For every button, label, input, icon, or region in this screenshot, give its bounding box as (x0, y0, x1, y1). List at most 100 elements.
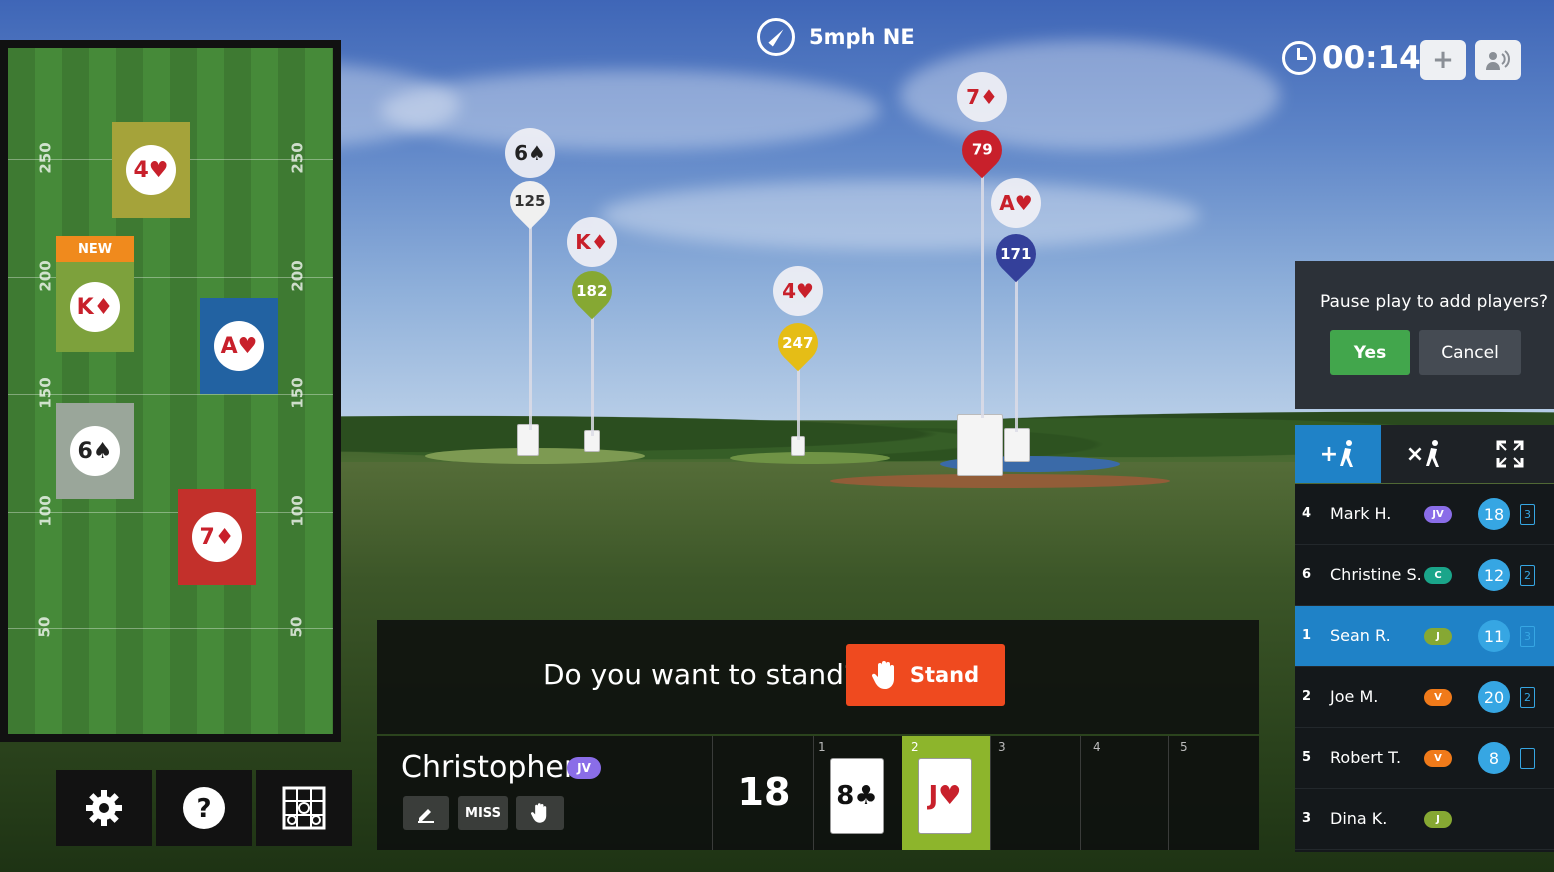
broadcast-button[interactable] (1475, 40, 1521, 80)
divider (1080, 736, 1081, 850)
divider (813, 736, 814, 850)
new-tag: NEW (56, 236, 134, 262)
roster-order: 3 (1302, 811, 1312, 826)
roster-card-count: 3 (1520, 504, 1535, 525)
roster-order: 1 (1302, 628, 1312, 643)
target-zone: 4♥ (112, 122, 190, 218)
roster-score: 20 (1478, 681, 1510, 713)
pin-pole (1015, 274, 1018, 432)
yard-line (8, 628, 333, 629)
roster-row[interactable]: 6 Christine S. C 12 2 (1295, 545, 1554, 606)
svg-text:?: ? (196, 794, 211, 824)
pin-card-bubble: A♥ (991, 178, 1041, 228)
roster-row[interactable]: 2 Joe M. V 20 2 (1295, 667, 1554, 728)
timer-value: 00:14 (1322, 40, 1421, 76)
add-golfer-icon: + (1320, 439, 1356, 469)
roster-card-count: 3 (1520, 626, 1535, 647)
yard-label: 250 (288, 142, 307, 174)
hand-card: J♥ (918, 758, 972, 834)
grid-button[interactable] (256, 770, 352, 846)
settings-button[interactable] (56, 770, 152, 846)
roster-name: Robert T. (1330, 748, 1402, 767)
compass-icon (757, 18, 795, 56)
edit-button[interactable] (403, 796, 449, 830)
roster-order: 2 (1302, 689, 1312, 704)
tab-remove-player[interactable]: × (1381, 425, 1467, 483)
broadcast-icon (1486, 50, 1510, 70)
roster-score: 12 (1478, 559, 1510, 591)
roster-row[interactable]: 1 Sean R. J 11 3 (1295, 606, 1554, 667)
add-button[interactable]: + (1420, 40, 1466, 80)
tab-fullscreen[interactable] (1467, 425, 1553, 483)
pin-distance: 182 (576, 282, 608, 300)
pencil-icon (418, 809, 434, 823)
card-slot-number: 3 (998, 740, 1006, 754)
roster-level-badge: J (1424, 628, 1452, 645)
question-icon: ? (183, 787, 225, 829)
target-green (730, 452, 890, 464)
divider (1168, 736, 1169, 850)
help-button[interactable]: ? (156, 770, 252, 846)
stand-button[interactable]: Stand (846, 644, 1005, 706)
player-level-badge: JV (567, 757, 601, 779)
roster-score: 8 (1478, 742, 1510, 774)
roster-name: Christine S. (1330, 565, 1422, 584)
cancel-button[interactable]: Cancel (1419, 330, 1521, 375)
roster-order: 5 (1302, 750, 1312, 765)
card-slot-number: 5 (1180, 740, 1188, 754)
gear-icon (86, 790, 122, 826)
yard-line (8, 512, 333, 513)
yard-label: 50 (287, 616, 306, 638)
target-zone: 7♦ (178, 489, 256, 585)
yard-label: 200 (288, 260, 307, 292)
pin-pole (529, 220, 532, 430)
pin-card-bubble: K♦ (567, 217, 617, 267)
pin-pole (591, 310, 594, 436)
roster-level-badge: V (1424, 750, 1452, 767)
roster-row[interactable]: 3 Dina K. J (1295, 789, 1554, 850)
roster-level-badge: V (1424, 689, 1452, 706)
hand-card: 8♣ (830, 758, 884, 834)
miss-button[interactable]: MISS (458, 796, 508, 830)
roster-row[interactable]: 5 Robert T. V 8 (1295, 728, 1554, 789)
dialog-question: Pause play to add players? (1320, 292, 1548, 312)
roster-score: 11 (1478, 620, 1510, 652)
roster-card-count: 2 (1520, 687, 1535, 708)
card-slot-number: 2 (911, 740, 919, 754)
tab-add-player[interactable]: + (1295, 425, 1381, 483)
divider (990, 736, 991, 850)
hand-icon (531, 803, 547, 823)
yard-label: 250 (36, 142, 55, 174)
pin-card-bubble: 7♦ (957, 72, 1007, 122)
yard-label: 200 (36, 260, 55, 292)
yard-label: 100 (36, 495, 55, 527)
plus-icon: + (1432, 45, 1454, 75)
hand-card-face: 8♣ (836, 781, 878, 811)
pin-distance: 171 (1000, 245, 1032, 263)
roster-order: 4 (1302, 506, 1312, 521)
roster-row[interactable]: 4 Mark H. JV 18 3 (1295, 484, 1554, 545)
roster-level-badge: JV (1424, 506, 1452, 523)
yard-label: 50 (35, 616, 54, 638)
pin-distance: 125 (514, 192, 546, 210)
roster-level-badge: C (1424, 567, 1452, 584)
zone-card: 7♦ (192, 512, 242, 562)
zone-card: K♦ (70, 282, 120, 332)
clock-icon (1282, 41, 1316, 75)
pin-card-bubble: 6♠ (505, 128, 555, 178)
roster-level-badge: J (1424, 811, 1452, 828)
roster-card-count (1520, 748, 1535, 769)
roster-score: 18 (1478, 498, 1510, 530)
timer: 00:14 (1282, 40, 1421, 76)
pin-card-bubble: 4♥ (773, 266, 823, 316)
zone-card: 4♥ (126, 145, 176, 195)
pin-distance: 247 (782, 334, 814, 352)
roster-name: Sean R. (1330, 626, 1391, 645)
yes-button[interactable]: Yes (1330, 330, 1410, 375)
fullscreen-icon (1496, 440, 1524, 468)
yard-label: 150 (288, 377, 307, 409)
range-target-card (1004, 428, 1030, 462)
stand-small-button[interactable] (516, 796, 564, 830)
yard-line (8, 394, 333, 395)
hand-card-face: J♥ (928, 781, 962, 811)
